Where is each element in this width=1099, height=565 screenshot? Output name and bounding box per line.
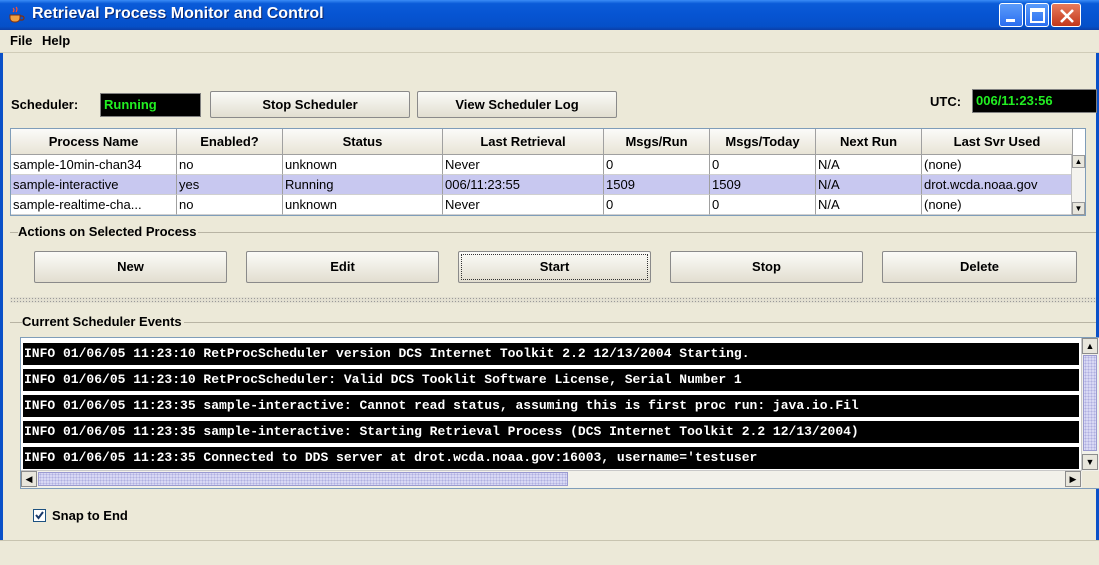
events-log[interactable]: INFO 01/06/05 11:23:10 RetProcScheduler … [20, 337, 1099, 489]
close-button[interactable] [1051, 3, 1081, 27]
table-cell: unknown [283, 195, 443, 215]
start-button[interactable]: Start [458, 251, 651, 283]
table-cell: no [177, 195, 283, 215]
start-label: Start [539, 259, 570, 274]
snap-to-end-label[interactable]: Snap to End [52, 508, 128, 523]
table-cell: no [177, 155, 283, 175]
stop-button[interactable]: Stop [670, 251, 863, 283]
table-header: Process Name Enabled? Status Last Retrie… [11, 129, 1073, 155]
utc-label: UTC: [930, 94, 962, 109]
table-row[interactable]: sample-realtime-cha... no unknown Never … [11, 195, 1073, 215]
utc-clock: 006/11:23:56 [972, 89, 1097, 113]
log-line: INFO 01/06/05 11:23:35 sample-interactiv… [23, 395, 1079, 417]
column-header[interactable]: Enabled? [177, 129, 283, 155]
java-coffee-cup-icon [9, 6, 25, 23]
table-cell: N/A [816, 155, 922, 175]
column-header[interactable]: Msgs/Run [604, 129, 710, 155]
view-scheduler-log-button[interactable]: View Scheduler Log [417, 91, 617, 118]
snap-to-end-checkbox[interactable] [33, 509, 46, 522]
status-bar [0, 540, 1099, 565]
table-cell: (none) [922, 155, 1073, 175]
table-cell: N/A [816, 175, 922, 195]
window-frame-left [0, 30, 3, 564]
table-row[interactable]: sample-10min-chan34 no unknown Never 0 0… [11, 155, 1073, 175]
scroll-thumb[interactable] [38, 472, 568, 486]
column-header[interactable]: Process Name [11, 129, 177, 155]
scheduler-status: Running [100, 93, 201, 117]
scroll-thumb[interactable] [1083, 355, 1097, 451]
log-vertical-scrollbar[interactable]: ▲ ▼ [1081, 338, 1099, 471]
table-cell: sample-interactive [11, 175, 177, 195]
table-cell: 1509 [604, 175, 710, 195]
log-line: INFO 01/06/05 11:23:10 RetProcScheduler:… [23, 369, 1079, 391]
menu-bar: File Help [0, 30, 1099, 53]
table-cell: Never [443, 155, 604, 175]
log-line: INFO 01/06/05 11:23:35 sample-interactiv… [23, 421, 1079, 443]
menu-file[interactable]: File [10, 33, 32, 48]
log-line: INFO 01/06/05 11:23:10 RetProcScheduler … [23, 343, 1079, 365]
title-bar: Retrieval Process Monitor and Control [0, 0, 1099, 30]
table-cell: 0 [710, 155, 816, 175]
minimize-button[interactable] [999, 3, 1023, 27]
edit-label: Edit [330, 259, 355, 274]
view-scheduler-log-label: View Scheduler Log [455, 97, 579, 112]
scroll-left-icon[interactable]: ◀ [21, 471, 37, 487]
column-header[interactable]: Last Svr Used [922, 129, 1073, 155]
stop-scheduler-label: Stop Scheduler [262, 97, 358, 112]
column-header[interactable]: Status [283, 129, 443, 155]
table-cell: yes [177, 175, 283, 195]
maximize-button[interactable] [1025, 3, 1049, 27]
column-header[interactable]: Last Retrieval [443, 129, 604, 155]
new-label: New [117, 259, 144, 274]
table-cell: unknown [283, 155, 443, 175]
edit-button[interactable]: Edit [246, 251, 439, 283]
actions-group-title: Actions on Selected Process [18, 224, 199, 239]
scroll-corner [1082, 471, 1099, 488]
menu-help[interactable]: Help [42, 33, 70, 48]
checkmark-icon [35, 511, 44, 520]
table-cell: 006/11:23:55 [443, 175, 604, 195]
table-cell: sample-realtime-cha... [11, 195, 177, 215]
new-button[interactable]: New [34, 251, 227, 283]
minimize-icon [1006, 19, 1015, 22]
window-title: Retrieval Process Monitor and Control [32, 5, 324, 22]
log-horizontal-scrollbar[interactable]: ◀ ▶ [21, 470, 1082, 488]
table-cell: 1509 [710, 175, 816, 195]
table-cell: N/A [816, 195, 922, 215]
scroll-down-icon[interactable]: ▼ [1072, 202, 1085, 215]
delete-button[interactable]: Delete [882, 251, 1077, 283]
events-group-title: Current Scheduler Events [22, 314, 184, 329]
table-cell: (none) [922, 195, 1073, 215]
maximize-icon [1030, 8, 1045, 23]
table-cell: 0 [604, 155, 710, 175]
column-header[interactable]: Msgs/Today [710, 129, 816, 155]
delete-label: Delete [959, 259, 1000, 274]
column-header[interactable]: Next Run [816, 129, 922, 155]
scroll-right-icon[interactable]: ▶ [1065, 471, 1081, 487]
close-icon [1060, 9, 1074, 23]
table-cell: 0 [604, 195, 710, 215]
scheduler-label: Scheduler: [11, 97, 79, 112]
table-cell: sample-10min-chan34 [11, 155, 177, 175]
stop-scheduler-button[interactable]: Stop Scheduler [210, 91, 410, 118]
table-cell: 0 [710, 195, 816, 215]
log-line: INFO 01/06/05 11:23:35 Connected to DDS … [23, 447, 1079, 469]
table-row-selected[interactable]: sample-interactive yes Running 006/11:23… [11, 175, 1073, 195]
scroll-down-icon[interactable]: ▼ [1082, 454, 1098, 470]
split-pane-divider[interactable] [10, 297, 1096, 303]
table-scrollbar[interactable]: ▲ ▼ [1071, 155, 1085, 215]
table-cell: Never [443, 195, 604, 215]
scroll-up-icon[interactable]: ▲ [1082, 338, 1098, 354]
stop-label: Stop [752, 259, 781, 274]
table-cell: Running [283, 175, 443, 195]
process-table: Process Name Enabled? Status Last Retrie… [10, 128, 1086, 216]
table-cell: drot.wcda.noaa.gov [922, 175, 1073, 195]
scroll-up-icon[interactable]: ▲ [1072, 155, 1085, 168]
